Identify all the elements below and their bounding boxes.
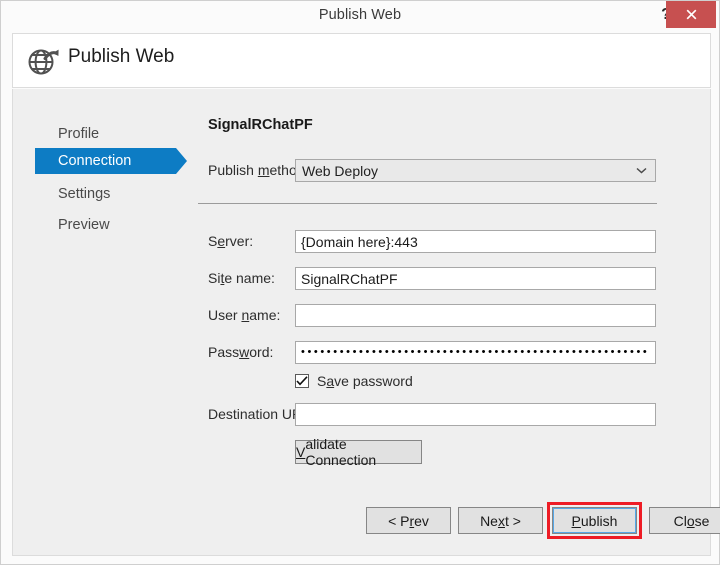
save-password-label: Save password — [317, 373, 413, 389]
password-label: Password: — [208, 344, 273, 360]
label-accel: x — [497, 512, 505, 529]
sidebar-item-label: Connection — [58, 153, 132, 169]
label-part: ame: — [249, 307, 281, 323]
password-input[interactable]: ••••••••••••••••••••••••••••••••••••••••… — [295, 341, 656, 364]
label-accel: a — [326, 373, 335, 389]
label-part: < P — [388, 512, 410, 529]
close-icon — [686, 9, 696, 20]
checkmark-icon — [296, 376, 308, 386]
title-bar: Publish Web ? — [1, 1, 719, 31]
publish-web-dialog: Publish Web ? Publish — [0, 0, 720, 565]
chevron-down-icon — [631, 167, 655, 174]
validate-connection-button[interactable]: Validate Connection — [295, 436, 422, 468]
label-part: S — [317, 373, 327, 389]
label-part: ve password — [334, 373, 413, 389]
dialog-header: Publish Web — [12, 33, 711, 88]
dialog-body: Profile Connection Settings Preview Sign… — [12, 89, 720, 556]
section-divider — [198, 203, 657, 204]
publish-method-dropdown[interactable]: Web Deploy — [295, 159, 656, 182]
publish-button[interactable]: Publish — [552, 507, 637, 534]
label-part: ublish — [580, 512, 618, 529]
label-accel: P — [571, 512, 581, 529]
label-part: ev — [414, 512, 429, 529]
label-part: Destination UR — [208, 406, 303, 422]
label-accel: m — [257, 162, 270, 178]
label-accel: o — [686, 512, 695, 529]
destination-url-input[interactable] — [295, 403, 656, 426]
label-part: Ne — [480, 512, 498, 529]
sidebar-item-preview[interactable]: Preview — [35, 212, 176, 238]
close-button[interactable] — [666, 1, 716, 28]
sidebar-item-label: Profile — [58, 126, 100, 142]
save-password-checkbox-row[interactable]: Save password — [295, 373, 413, 389]
save-password-checkbox[interactable] — [295, 374, 309, 388]
label-part: User — [208, 307, 242, 323]
publish-method-label: Publish method: — [208, 162, 308, 178]
label-part: rver: — [225, 233, 254, 249]
project-name: SignalRChatPF — [208, 117, 313, 133]
sidebar-item-settings[interactable]: Settings — [35, 181, 176, 207]
server-label: Server: — [208, 233, 253, 249]
globe-publish-icon — [25, 43, 61, 79]
header-title: Publish Web — [68, 46, 175, 67]
label-accel: e — [217, 233, 226, 249]
sidebar-item-profile[interactable]: Profile — [35, 121, 176, 147]
label-accel: V — [296, 444, 306, 460]
user-name-label: User name: — [208, 307, 280, 323]
label-part: Si — [208, 270, 221, 286]
site-name-input[interactable] — [295, 267, 656, 290]
sidebar-item-label: Preview — [58, 217, 110, 233]
label-part: Pass — [208, 344, 240, 360]
window-title: Publish Web — [318, 7, 402, 23]
publish-method-value: Web Deploy — [302, 162, 379, 179]
site-name-label: Site name: — [208, 270, 275, 286]
sidebar-item-label: Settings — [58, 186, 111, 202]
label-part: alidate Connection — [305, 436, 377, 468]
sidebar-item-connection[interactable]: Connection — [35, 148, 176, 174]
sidebar-selection-arrow-icon — [176, 148, 187, 174]
close-dialog-button[interactable]: Cl o se — [649, 507, 720, 534]
label-part: S — [208, 233, 218, 249]
connection-panel: SignalRChatPF Publish method: Web Deploy… — [187, 89, 712, 556]
label-part: e name: — [224, 270, 275, 286]
label-part: t > — [504, 512, 521, 529]
label-part: Publish — [208, 162, 258, 178]
label-part: ord: — [249, 344, 274, 360]
sidebar: Profile Connection Settings Preview — [13, 89, 187, 556]
user-name-input[interactable] — [295, 304, 656, 327]
next-button[interactable]: Ne x t > — [458, 507, 543, 534]
label-part: Cl — [673, 512, 687, 529]
prev-button[interactable]: < Pr ev — [366, 507, 451, 534]
label-accel: w — [239, 344, 250, 360]
label-part: se — [694, 512, 710, 529]
server-input[interactable] — [295, 230, 656, 253]
